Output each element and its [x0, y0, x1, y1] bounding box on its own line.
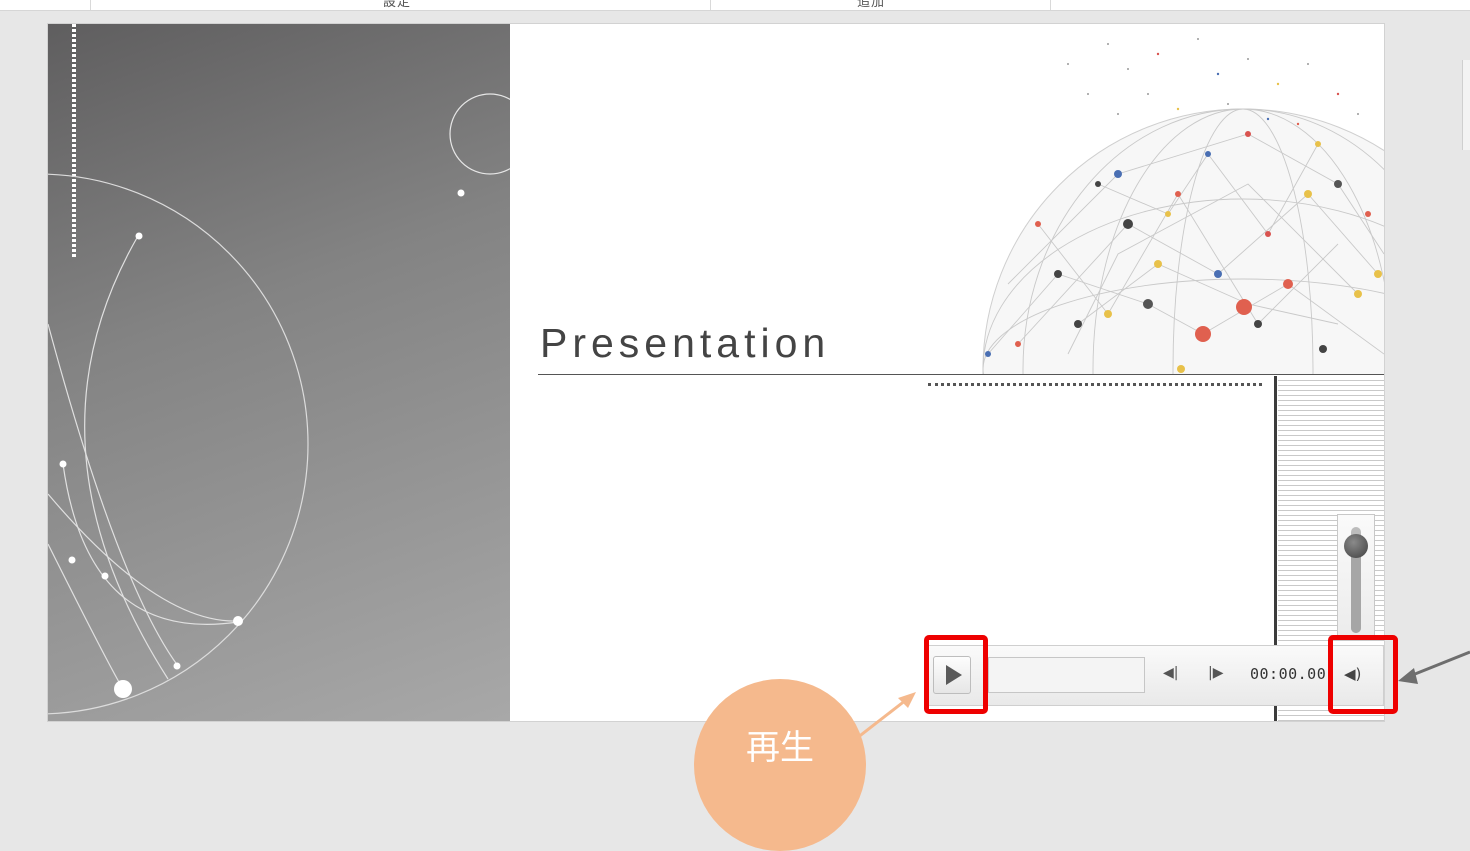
dotted-divider: [928, 383, 1262, 386]
ribbon-separator: [710, 0, 711, 10]
tab-add[interactable]: 追加: [857, 0, 885, 10]
title-underline: [538, 374, 1384, 375]
step-back-icon[interactable]: ◀|: [1163, 665, 1178, 681]
volume-slider-thumb[interactable]: [1344, 534, 1368, 558]
slide-canvas: Presentation: [48, 24, 1384, 721]
ribbon-separator: [1050, 0, 1051, 10]
volume-highlight-box: [1328, 635, 1398, 714]
tab-settings[interactable]: 設定: [383, 0, 411, 10]
step-forward-icon[interactable]: |▶: [1208, 665, 1223, 681]
globe-network-graphic: [982, 38, 1384, 375]
slide-left-panel: [48, 24, 510, 721]
play-highlight-box: [924, 635, 988, 714]
ribbon-strip: 設定 追加: [0, 0, 1470, 11]
play-callout: 再生: [694, 679, 866, 851]
slide-title: Presentation: [540, 320, 831, 366]
ribbon-separator: [90, 0, 91, 10]
media-time-display: 00:00.00: [1250, 665, 1327, 683]
decorative-circles: [48, 24, 510, 715]
callout-label: 再生: [746, 728, 814, 768]
media-progress-bar[interactable]: [988, 657, 1145, 693]
scrollbar-edge[interactable]: [1462, 60, 1470, 150]
